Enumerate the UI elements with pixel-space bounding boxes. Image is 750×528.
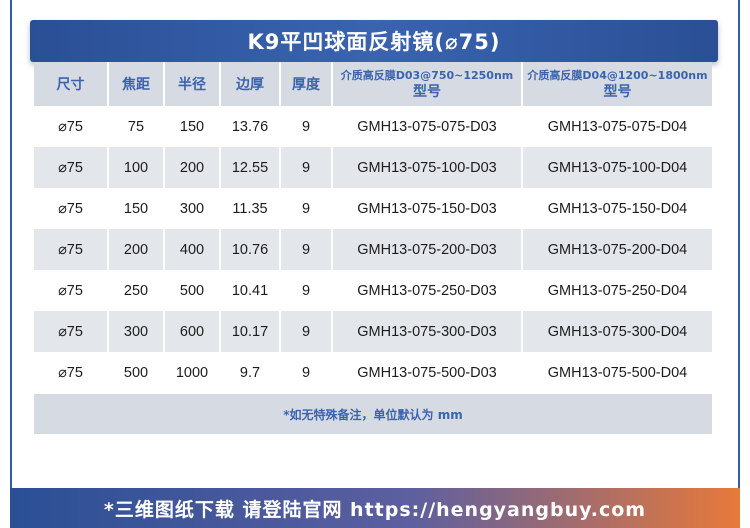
cell-d04: GMH13-075-100-D04 [522, 147, 712, 188]
cell-thickness: 9 [280, 106, 333, 147]
cell-edge: 9.7 [220, 352, 281, 393]
cell-edge: 10.41 [220, 270, 281, 311]
cell-d04: GMH13-075-075-D04 [522, 106, 712, 147]
table-row: ⌀75 75 150 13.76 9 GMH13-075-075-D03 GMH13-075… [34, 106, 712, 147]
footer-banner: *三维图纸下载 请登陆官网 https://hengyangbuy.com [10, 488, 740, 528]
cell-d03: GMH13-075-200-D03 [332, 229, 523, 270]
cell-d03: GMH13-075-300-D03 [332, 311, 523, 352]
cell-size: ⌀75 [34, 106, 109, 147]
cell-focal: 150 [108, 188, 165, 229]
spec-table-container: 尺寸 焦距 半径 边厚 厚度 介质高反膜D03@750~1250nm 型号 介质… [34, 62, 712, 434]
title-banner: K9平凹球面反射镜(⌀75) [30, 20, 718, 62]
cell-thickness: 9 [280, 352, 333, 393]
cell-size: ⌀75 [34, 352, 109, 393]
cell-d04: GMH13-075-150-D04 [522, 188, 712, 229]
header-d04-coating: 介质高反膜D04@1200~1800nm [527, 69, 708, 82]
cell-size: ⌀75 [34, 147, 109, 188]
header-d04-model: 型号 [603, 84, 632, 100]
spec-table: 尺寸 焦距 半径 边厚 厚度 介质高反膜D03@750~1250nm 型号 介质… [34, 62, 712, 393]
cell-radius: 150 [164, 106, 221, 147]
cell-focal: 500 [108, 352, 165, 393]
header-thickness: 厚度 [280, 62, 333, 106]
cell-radius: 400 [164, 229, 221, 270]
cell-edge: 11.35 [220, 188, 281, 229]
header-d04: 介质高反膜D04@1200~1800nm 型号 [522, 62, 712, 106]
cell-radius: 500 [164, 270, 221, 311]
cell-d03: GMH13-075-100-D03 [332, 147, 523, 188]
cell-radius: 1000 [164, 352, 221, 393]
cell-edge: 13.76 [220, 106, 281, 147]
cell-edge: 10.76 [220, 229, 281, 270]
cell-focal: 300 [108, 311, 165, 352]
header-radius: 半径 [164, 62, 221, 106]
cell-size: ⌀75 [34, 229, 109, 270]
header-d03-model: 型号 [413, 84, 441, 100]
cell-size: ⌀75 [34, 270, 109, 311]
cell-focal: 100 [108, 147, 165, 188]
cell-focal: 200 [108, 229, 165, 270]
unit-note: *如无特殊备注，单位默认为 mm [34, 394, 712, 434]
cell-edge: 12.55 [220, 147, 281, 188]
cell-thickness: 9 [280, 270, 333, 311]
cell-d04: GMH13-075-200-D04 [522, 229, 712, 270]
table-row: ⌀75 500 1000 9.7 9 GMH13-075-500-D03 GMH13-075… [34, 352, 712, 393]
header-d03-coating: 介质高反膜D03@750~1250nm [340, 69, 514, 82]
cell-d03: GMH13-075-500-D03 [332, 352, 523, 393]
cell-thickness: 9 [280, 229, 333, 270]
cell-d03: GMH13-075-075-D03 [332, 106, 523, 147]
table-row: ⌀75 200 400 10.76 9 GMH13-075-200-D03 GMH13-07… [34, 229, 712, 270]
header-d03: 介质高反膜D03@750~1250nm 型号 [332, 62, 523, 106]
table-row: ⌀75 150 300 11.35 9 GMH13-075-150-D03 GMH13-07… [34, 188, 712, 229]
cell-d03: GMH13-075-150-D03 [332, 188, 523, 229]
cell-size: ⌀75 [34, 311, 109, 352]
cell-focal: 75 [108, 106, 165, 147]
cell-d04: GMH13-075-300-D04 [522, 311, 712, 352]
table-row: ⌀75 300 600 10.17 9 GMH13-075-300-D03 GMH13-07… [34, 311, 712, 352]
cell-radius: 300 [164, 188, 221, 229]
cell-thickness: 9 [280, 311, 333, 352]
cell-size: ⌀75 [34, 188, 109, 229]
cell-radius: 200 [164, 147, 221, 188]
table-row: ⌀75 100 200 12.55 9 GMH13-075-100-D03 GMH13-07… [34, 147, 712, 188]
cell-edge: 10.17 [220, 311, 281, 352]
table-header-row: 尺寸 焦距 半径 边厚 厚度 介质高反膜D03@750~1250nm 型号 介质… [34, 62, 712, 106]
table-row: ⌀75 250 500 10.41 9 GMH13-075-250-D03 GMH13-07… [34, 270, 712, 311]
footer-text: *三维图纸下载 请登陆官网 https://hengyangbuy.com [103, 498, 647, 521]
cell-d03: GMH13-075-250-D03 [332, 270, 523, 311]
cell-thickness: 9 [280, 188, 333, 229]
header-edge: 边厚 [220, 62, 281, 106]
header-size: 尺寸 [34, 62, 109, 106]
cell-d04: GMH13-075-500-D04 [522, 352, 712, 393]
cell-radius: 600 [164, 311, 221, 352]
header-focal: 焦距 [108, 62, 165, 106]
cell-focal: 250 [108, 270, 165, 311]
cell-thickness: 9 [280, 147, 333, 188]
page-title: K9平凹球面反射镜(⌀75) [247, 30, 501, 54]
cell-d04: GMH13-075-250-D04 [522, 270, 712, 311]
